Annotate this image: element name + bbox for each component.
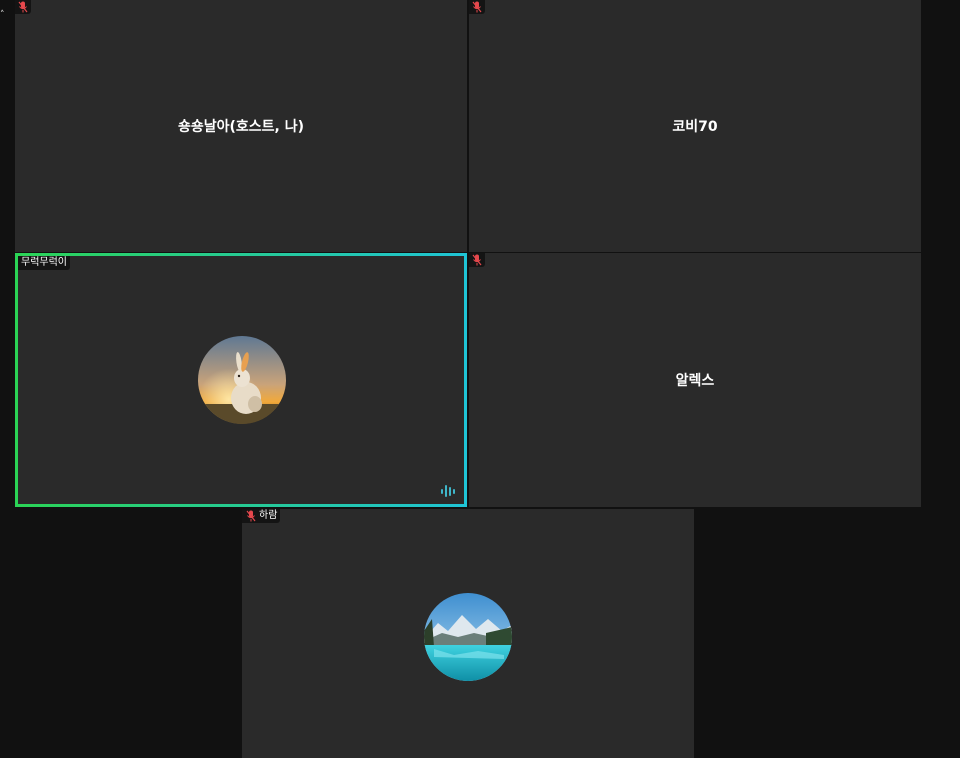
mic-off-icon — [18, 1, 28, 13]
mic-off-icon — [472, 254, 482, 266]
participant-name-tag: 무럭무럭이 — [21, 257, 67, 268]
participant-name: 코비70 — [672, 119, 718, 135]
participant-tile-speaking[interactable]: 무럭무럭이 — [15, 253, 467, 507]
meeting-gallery-view: ˄ 숑숑날아(호스트, 나) 코비70 무럭무럭이 알렉스 하람 — [0, 0, 960, 758]
chevron-up-icon[interactable]: ˄ — [0, 11, 6, 20]
participant-name: 숑숑날아(호스트, 나) — [177, 119, 305, 135]
participant-name: 알렉스 — [675, 373, 715, 389]
participant-tile-host[interactable]: 숑숑날아(호스트, 나) — [15, 0, 467, 252]
name-tag: 무럭무럭이 — [18, 256, 70, 270]
rabbit-photo — [198, 336, 286, 424]
mic-off-icon — [472, 1, 482, 13]
participant-name-tag: 하람 — [259, 510, 278, 521]
name-tag: 하람 — [242, 509, 281, 523]
avatar — [424, 593, 512, 681]
left-edge-strip: ˄ — [0, 0, 15, 758]
name-tag — [469, 0, 485, 14]
mic-off-icon — [246, 510, 256, 522]
participant-tile-haram[interactable]: 하람 — [242, 509, 694, 758]
lake-mountain-photo — [424, 593, 512, 681]
name-tag — [469, 253, 485, 267]
participant-tile-alex[interactable]: 알렉스 — [469, 253, 921, 507]
participant-tile-kobi[interactable]: 코비70 — [469, 0, 921, 252]
avatar — [198, 336, 286, 424]
name-tag — [15, 0, 31, 14]
audio-level-icon — [441, 485, 455, 497]
